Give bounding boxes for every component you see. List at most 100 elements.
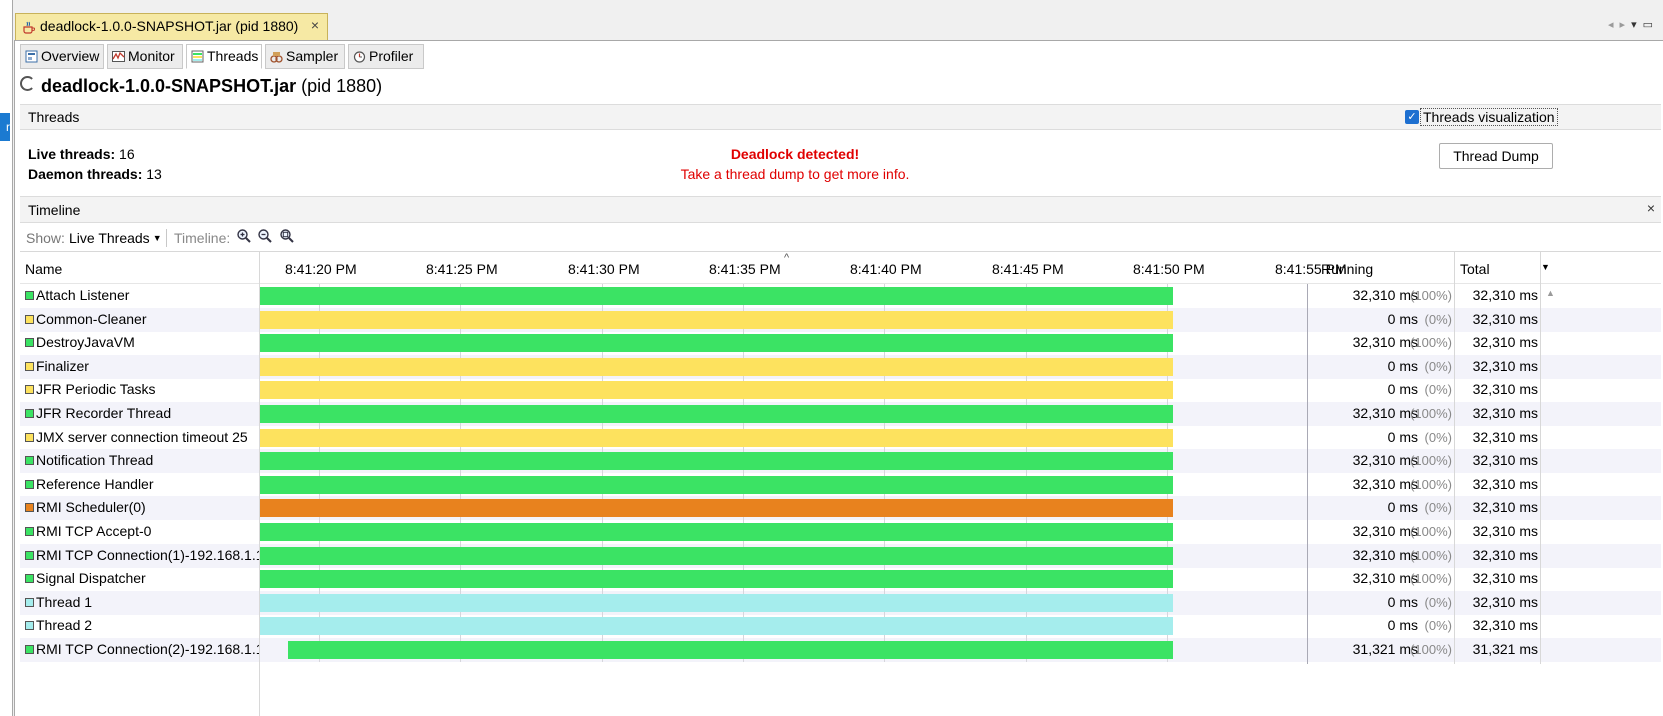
- column-header-running[interactable]: Running: [1321, 261, 1373, 277]
- thread-name: Notification Thread: [36, 452, 154, 469]
- thread-state-bar: [260, 593, 1173, 612]
- thread-state-icon: [25, 291, 34, 300]
- close-tab-icon[interactable]: ×: [311, 17, 319, 33]
- thread-state-bar: [260, 475, 1173, 494]
- table-row[interactable]: RMI Scheduler(0) 0 ms (0%) 32,310 ms: [20, 496, 1661, 521]
- editor-tab[interactable]: deadlock-1.0.0-SNAPSHOT.jar (pid 1880) ×: [15, 13, 328, 40]
- thread-name: JMX server connection timeout 25: [36, 428, 248, 445]
- scroll-left-icon[interactable]: ◂: [1608, 19, 1614, 31]
- tab-controls: ◂ ▸ ▾ ▭: [1602, 18, 1653, 31]
- time-tick: 8:41:25 PM: [426, 261, 498, 277]
- thread-dump-button[interactable]: Thread Dump: [1439, 143, 1553, 169]
- running-percent: (100%): [1410, 642, 1452, 657]
- running-percent: (0%): [1424, 594, 1452, 610]
- thread-timeline-track: [260, 638, 1315, 662]
- thread-state-icon: [25, 361, 34, 371]
- table-row[interactable]: Finalizer 0 ms (0%) 32,310 ms: [20, 354, 1661, 379]
- total-time: 32,310 ms: [1472, 475, 1538, 492]
- thread-state-bar: [260, 405, 1173, 423]
- table-row[interactable]: Reference Handler 32,310 ms (100%) 32,310 m…: [20, 472, 1661, 497]
- timeline-zoom-label: Timeline:: [174, 230, 231, 246]
- thread-timeline-track: [260, 590, 1315, 615]
- scroll-right-icon[interactable]: ▸: [1620, 19, 1626, 31]
- time-tick: 8:41:35 PM: [709, 261, 781, 277]
- time-tick: 8:41:45 PM: [992, 261, 1064, 277]
- tab-overview[interactable]: Overview: [20, 44, 104, 69]
- app-pid: (pid 1880): [301, 76, 383, 96]
- column-header-total[interactable]: Total: [1460, 261, 1490, 277]
- thread-timeline-track: [260, 378, 1315, 403]
- profiler-icon: [353, 51, 366, 63]
- left-panel-selection[interactable]: r: [0, 113, 10, 141]
- thread-name: Thread 1: [36, 593, 93, 610]
- thread-timeline-track: [260, 543, 1315, 568]
- zoom-in-icon[interactable]: [236, 228, 252, 244]
- thread-name: Thread 2: [36, 617, 93, 634]
- threads-visualization-label[interactable]: Threads visualization: [1420, 108, 1558, 126]
- table-row[interactable]: Attach Listener 32,310 ms (100%) 32,310 ms: [20, 284, 1661, 308]
- vertical-scrollbar[interactable]: ▲: [1542, 284, 1560, 664]
- thread-name: Signal Dispatcher: [36, 570, 146, 587]
- time-tick: 8:41:40 PM: [850, 261, 922, 277]
- zoom-out-icon[interactable]: [257, 228, 273, 244]
- thread-state-icon: [25, 314, 34, 324]
- threads-visualization-checkbox[interactable]: ✓: [1405, 110, 1419, 124]
- live-threads-value: 16: [119, 146, 135, 162]
- toolbar-separator: [166, 229, 167, 247]
- table-row[interactable]: RMI TCP Accept-0 32,310 ms (100%) 32,310 ms: [20, 520, 1661, 544]
- scroll-up-icon[interactable]: ▲: [1546, 288, 1555, 298]
- thread-state-bar: [288, 641, 1173, 659]
- thread-timeline-track: [260, 567, 1315, 592]
- total-time: 32,310 ms: [1472, 357, 1538, 374]
- tab-sampler[interactable]: Sampler: [265, 44, 345, 69]
- table-row[interactable]: Signal Dispatcher 32,310 ms (100%) 32,310 m…: [20, 567, 1661, 592]
- maximize-icon[interactable]: ▭: [1643, 19, 1653, 31]
- column-header-name[interactable]: Name: [25, 261, 62, 277]
- monitor-icon: [112, 51, 125, 62]
- thread-timeline-track: [260, 331, 1315, 356]
- table-row[interactable]: Notification Thread 32,310 ms (100%) 32,310…: [20, 449, 1661, 474]
- daemon-threads-value: 13: [146, 166, 162, 182]
- thread-name: RMI TCP Accept-0: [36, 523, 152, 539]
- thread-state-bar: [260, 357, 1173, 376]
- tab-threads[interactable]: Threads: [186, 44, 262, 69]
- sort-indicator-icon: ^: [784, 252, 790, 264]
- running-percent: (0%): [1424, 429, 1452, 445]
- threads-section-title: Threads: [28, 109, 80, 125]
- table-row[interactable]: DestroyJavaVM 32,310 ms (100%) 32,310 ms: [20, 331, 1661, 356]
- sampler-icon: [270, 52, 283, 63]
- table-row[interactable]: JFR Periodic Tasks 0 ms (0%) 32,310 ms: [20, 378, 1661, 403]
- running-percent: (0%): [1424, 618, 1452, 634]
- thread-state-bar: [260, 523, 1173, 541]
- loading-spinner-icon: [20, 76, 35, 91]
- column-menu-icon[interactable]: ▼: [1541, 262, 1550, 272]
- thread-state-bar: [260, 381, 1173, 400]
- table-row[interactable]: Common-Cleaner 0 ms (0%) 32,310 ms: [20, 307, 1661, 332]
- total-time: 32,310 ms: [1472, 617, 1538, 634]
- thread-state-icon: [25, 432, 34, 442]
- tab-profiler[interactable]: Profiler: [348, 44, 424, 69]
- table-row[interactable]: JFR Recorder Thread 32,310 ms (100%) 32,310…: [20, 402, 1661, 426]
- tab-monitor[interactable]: Monitor: [107, 44, 183, 69]
- thread-state-bar: [260, 570, 1173, 589]
- thread-timeline-track: [260, 402, 1315, 426]
- timeline-end-marker: [1307, 284, 1308, 664]
- table-header: Name 8:41:20 PM 8:41:25 PM 8:41:30 PM 8:…: [20, 251, 1661, 284]
- timeline-section-title: Timeline: [28, 202, 81, 218]
- table-row[interactable]: Thread 10 ms (0%) 32,310 ms: [20, 590, 1661, 615]
- thread-state-icon: [25, 574, 34, 584]
- table-row[interactable]: RMI TCP Connection(1)-192.168.1.10 32,310…: [20, 543, 1661, 568]
- running-percent: (0%): [1424, 358, 1452, 374]
- total-time: 32,310 ms: [1472, 499, 1538, 516]
- table-row[interactable]: RMI TCP Connection(2)-192.168.1.10 31,321…: [20, 638, 1661, 662]
- running-percent: (100%): [1410, 453, 1452, 469]
- close-timeline-icon[interactable]: ×: [1647, 200, 1655, 216]
- running-percent: (100%): [1410, 406, 1452, 421]
- zoom-fit-icon[interactable]: [279, 228, 295, 244]
- show-filter-dropdown[interactable]: Live Threads ▼: [69, 230, 162, 246]
- table-row[interactable]: JMX server connection timeout 25 0 ms (0%)…: [20, 425, 1661, 450]
- thread-state-bar: [260, 617, 1173, 636]
- running-percent: (100%): [1410, 288, 1452, 303]
- tab-list-icon[interactable]: ▾: [1631, 19, 1637, 31]
- table-row[interactable]: Thread 20 ms (0%) 32,310 ms: [20, 614, 1661, 639]
